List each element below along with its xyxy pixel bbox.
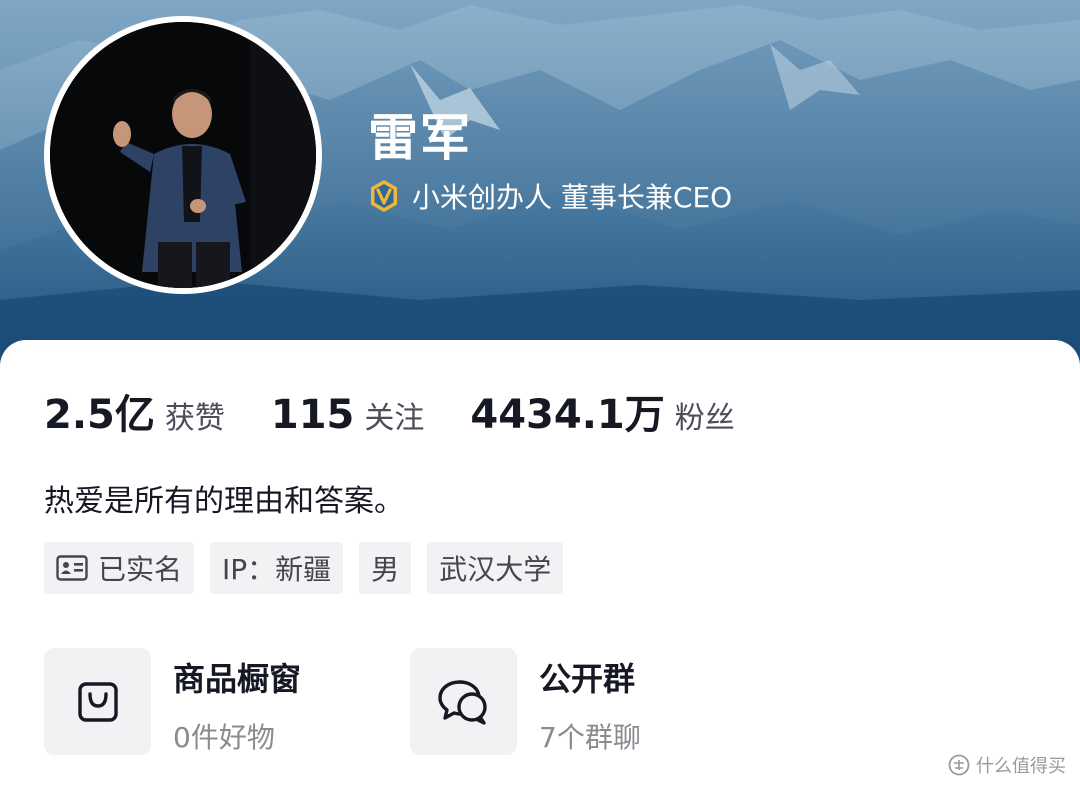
site-watermark: 什么值得买	[948, 752, 1066, 778]
verification-row: 小米创办人 董事长兼CEO	[366, 176, 732, 216]
watermark-logo-icon	[948, 754, 970, 776]
profile-stats: 2.5亿 获赞 115 关注 4434.1万 粉丝	[44, 382, 781, 440]
entry-icon-box	[410, 648, 517, 755]
entry-icon-box	[44, 648, 151, 755]
watermark-text: 什么值得买	[976, 756, 1066, 777]
stat-label: 获赞	[164, 401, 225, 436]
stat-following[interactable]: 115 关注	[271, 392, 425, 438]
tag-school[interactable]: 武汉大学	[427, 542, 564, 594]
entry-subtitle: 0件好物	[173, 721, 275, 754]
verification-text: 小米创办人 董事长兼CEO	[412, 181, 733, 214]
avatar-photo	[50, 22, 316, 288]
profile-avatar[interactable]	[44, 16, 322, 294]
shopping-bag-icon	[77, 681, 118, 722]
stat-value: 115	[270, 392, 355, 438]
id-card-icon	[56, 555, 88, 581]
shop-window-entry[interactable]: 商品橱窗 0件好物	[44, 648, 301, 756]
chat-bubbles-icon	[437, 679, 487, 725]
tag-gender: 男	[359, 542, 412, 594]
entry-title: 公开群	[539, 660, 636, 698]
entry-title: 商品橱窗	[173, 660, 302, 698]
tag-verified-identity[interactable]: 已实名	[44, 542, 195, 594]
tag-label: 男	[371, 553, 400, 586]
stat-followers[interactable]: 4434.1万 粉丝	[470, 382, 734, 440]
tag-label: 已实名	[98, 553, 183, 586]
tag-ip-location: IP：新疆	[210, 542, 344, 594]
profile-name: 雷军	[368, 109, 472, 167]
tag-label: IP：新疆	[222, 553, 332, 586]
stat-label: 粉丝	[674, 401, 735, 436]
stat-value: 4434.1万	[470, 392, 665, 438]
profile-tags: 已实名 IP：新疆 男 武汉大学	[44, 542, 579, 594]
stat-likes[interactable]: 2.5亿 获赞	[44, 382, 225, 440]
stat-label: 关注	[364, 401, 425, 436]
profile-bio: 热爱是所有的理由和答案。	[44, 484, 404, 519]
entry-text: 商品橱窗 0件好物	[173, 648, 301, 756]
tag-label: 武汉大学	[439, 553, 552, 586]
entry-text: 公开群 7个群聊	[539, 648, 641, 756]
entry-subtitle: 7个群聊	[539, 721, 641, 754]
stat-value: 2.5亿	[44, 392, 155, 438]
verified-badge-icon	[371, 180, 397, 212]
public-group-entry[interactable]: 公开群 7个群聊	[410, 648, 641, 756]
